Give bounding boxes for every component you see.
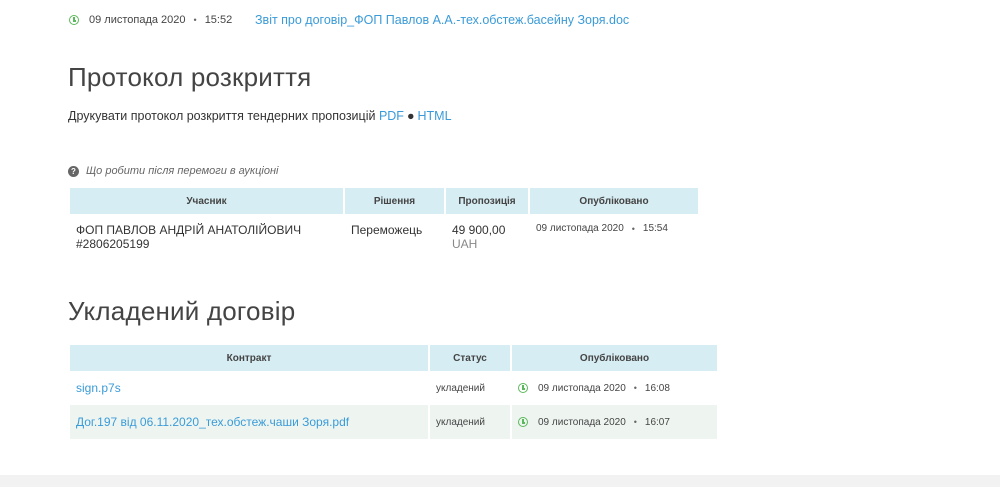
dot-separator: • [631,223,635,234]
col-participant: Учасник [70,188,343,214]
published-time: 16:07 [644,416,670,428]
participant-name: ФОП ПАВЛОВ АНДРІЙ АНАТОЛІЙОВИЧ [76,223,302,237]
bullet-separator: ● [406,109,415,123]
table-row: Дог.197 від 06.11.2020_тех.обстеж.чаши З… [70,405,717,439]
contract-table-header: Контракт Статус Опубліковано [70,345,717,371]
footer-strip [0,475,1000,487]
contract-file-cell: sign.p7s [70,371,428,405]
participant-cell: ФОП ПАВЛОВ АНДРІЙ АНАТОЛІЙОВИЧ #28062051… [70,214,343,263]
clock-icon [69,15,79,25]
pdf-link[interactable]: PDF [379,109,404,123]
contract-title: Укладений договір [68,296,296,326]
published-date: 09 листопада 2020 [536,223,624,234]
status-cell: укладений [430,405,510,439]
report-doc-link[interactable]: Звіт про договір_ФОП Павлов А.А.-тех.обс… [255,13,629,27]
bids-table-header: Учасник Рішення Пропозиція Опубліковано [70,188,698,214]
offer-cell: 49 900,00 UAH [446,214,528,263]
status-cell: укладений [436,382,485,394]
contract-file-link[interactable]: sign.p7s [76,381,121,395]
published-cell: 09 листопада 2020 • 15:54 [530,214,698,263]
question-icon: ? [68,165,79,177]
print-protocol-text: Друкувати протокол розкриття тендерних п… [68,109,376,123]
contract-table: Контракт Статус Опубліковано sign.p7s ук… [68,345,719,439]
top-publish-meta: 09 листопада 2020 • 15:52 [69,14,232,26]
bids-table: Учасник Рішення Пропозиція Опубліковано … [68,188,700,263]
decision-cell: Переможець [351,223,423,237]
col-offer: Пропозиція [446,188,528,214]
published-time: 15:54 [642,223,668,234]
contract-file-cell: Дог.197 від 06.11.2020_тех.обстеж.чаши З… [70,405,428,439]
protocol-title: Протокол розкриття [68,62,312,92]
published-cell: 09 листопада 2020 • 16:07 [512,405,717,439]
html-link[interactable]: HTML [418,109,452,123]
contract-file-link[interactable]: Дог.197 від 06.11.2020_тех.обстеж.чаши З… [76,415,349,429]
top-date: 09 листопада 2020 [89,14,186,26]
dot-separator: • [633,417,637,427]
col-decision: Рішення [345,188,444,214]
table-row: sign.p7s укладений 09 листопада 2020 • 1… [70,371,717,405]
published-cell: 09 листопада 2020 • 16:08 [512,371,717,405]
published-time: 16:08 [644,382,670,394]
help-text[interactable]: Що робити після перемоги в аукціоні [86,165,278,177]
col-contract: Контракт [70,345,428,371]
published-date: 09 листопада 2020 [538,416,626,428]
table-row: ФОП ПАВЛОВ АНДРІЙ АНАТОЛІЙОВИЧ #28062051… [70,214,698,263]
print-protocol-line: Друкувати протокол розкриття тендерних п… [68,109,452,123]
participant-code: #2806205199 [76,237,150,251]
offer-amount: 49 900,00 [452,223,506,237]
col-published: Опубліковано [530,188,698,214]
col-status: Статус [430,345,510,371]
dot-separator: • [193,15,197,25]
col-contract-published: Опубліковано [512,345,717,371]
dot-separator: • [633,383,637,393]
help-after-win[interactable]: ? Що робити після перемоги в аукціоні [68,165,278,177]
clock-icon [518,417,528,427]
offer-currency: UAH [452,237,478,251]
published-date: 09 листопада 2020 [538,382,626,394]
top-time: 15:52 [204,14,233,26]
clock-icon [518,383,528,393]
